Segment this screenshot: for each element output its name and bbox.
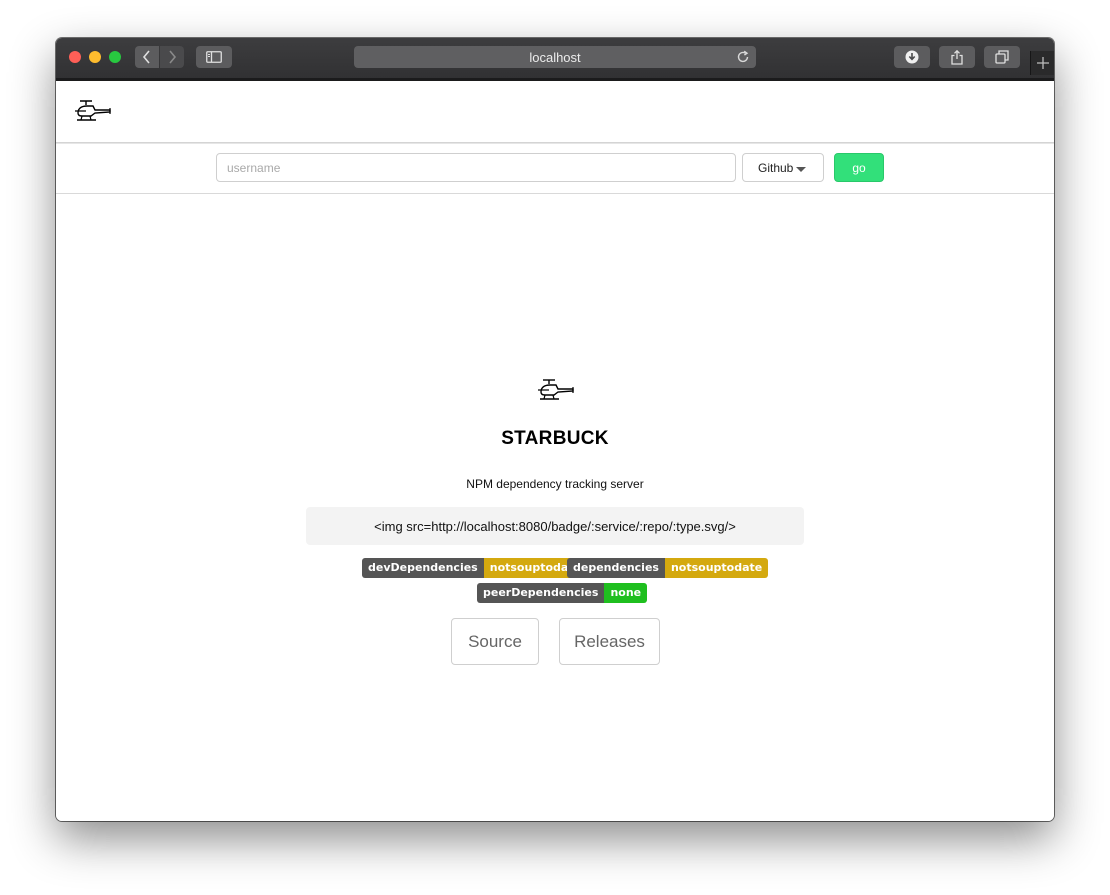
minimize-window-button[interactable] [89, 51, 101, 63]
badge-key: dependencies [567, 558, 665, 578]
badge-value: notsouptodate [664, 558, 769, 578]
web-page: Github go STARBUCK NPM dependency tracki… [56, 81, 1054, 821]
page-subtitle: NPM dependency tracking server [466, 477, 644, 491]
browser-toolbar: localhost [56, 38, 1054, 81]
app-header [56, 81, 1054, 143]
share-icon [951, 49, 963, 65]
releases-button[interactable]: Releases [559, 618, 660, 665]
go-button[interactable]: go [834, 153, 884, 182]
downloads-button[interactable] [894, 46, 930, 68]
reload-icon[interactable] [736, 50, 750, 67]
peer-dependencies-badge: peerDependencies none [477, 583, 648, 603]
new-tab-button[interactable] [1030, 51, 1054, 75]
zoom-window-button[interactable] [109, 51, 121, 63]
download-icon [905, 50, 919, 64]
close-window-button[interactable] [69, 51, 81, 63]
sidebar-toggle-button[interactable] [196, 46, 232, 68]
browser-window: localhost username Github go STARBUCK NP… [56, 38, 1054, 821]
share-button[interactable] [939, 46, 975, 68]
badge-value: none [604, 583, 648, 603]
caret-down-icon [796, 167, 806, 172]
helicopter-icon[interactable] [74, 99, 112, 130]
username-input[interactable] [216, 153, 736, 182]
source-button[interactable]: Source [451, 618, 539, 665]
chevron-left-icon [142, 50, 150, 64]
search-bar: Github go [56, 143, 1054, 194]
dev-dependencies-badge: devDependencies notsouptodate [362, 558, 588, 578]
page-title: STARBUCK [501, 428, 609, 449]
back-button[interactable] [135, 46, 159, 68]
badge-key: devDependencies [362, 558, 484, 578]
badge-url-snippet: <img src=http://localhost:8080/badge/:se… [306, 507, 804, 545]
address-bar[interactable]: localhost [354, 46, 756, 68]
chevron-right-icon [169, 50, 177, 64]
sidebar-icon [206, 51, 222, 63]
url-text: localhost [529, 49, 581, 65]
dependencies-badge: dependencies notsouptodate [567, 558, 769, 578]
tabs-icon [995, 50, 1009, 64]
plus-icon [1037, 57, 1049, 69]
tab-overview-button[interactable] [984, 46, 1020, 68]
badge-url-text: <img src=http://localhost:8080/badge/:se… [374, 518, 736, 534]
forward-button[interactable] [160, 46, 184, 68]
helicopter-icon [537, 378, 575, 409]
service-select-value: Github [758, 160, 794, 175]
badge-key: peerDependencies [477, 583, 605, 603]
service-select[interactable]: Github [742, 153, 824, 182]
